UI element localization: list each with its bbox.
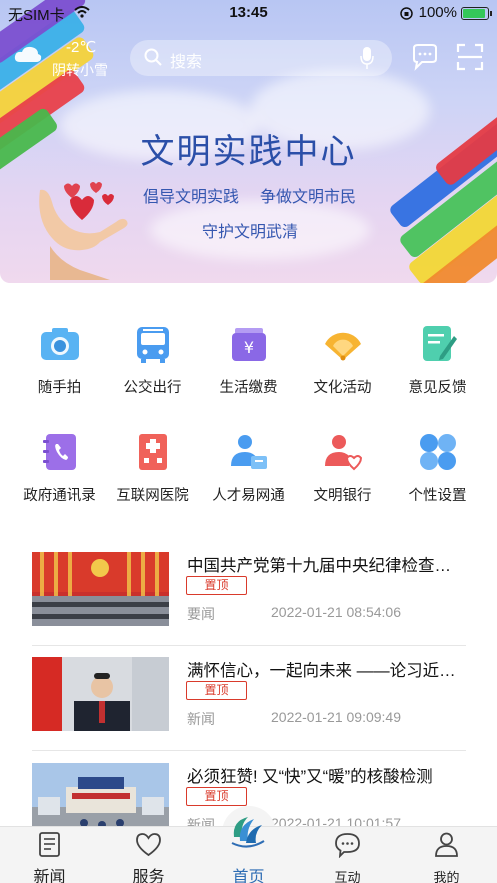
tab-mine[interactable]: 我的 <box>397 827 496 883</box>
search-placeholder: 搜索 <box>170 54 203 71</box>
news-category: 要闻 <box>187 606 215 622</box>
tab-interact[interactable]: 互动 <box>298 827 397 883</box>
service-item-snapshot[interactable]: 随手拍 <box>10 318 109 408</box>
search-icon <box>144 48 162 66</box>
news-title: 必须狂赞! 又“快”又“暖”的核酸检测 <box>187 768 433 786</box>
news-thumbnail <box>32 552 169 626</box>
service-item-feedback[interactable]: 意见反馈 <box>388 318 487 408</box>
tab-label: 互动 <box>334 870 361 883</box>
list-item[interactable]: 满怀信心，一起向未来 ——论习近平主席 置顶 新闻 2022-01-21 09:… <box>32 645 467 751</box>
weather-widget[interactable]: -2℃ 阴转小雪 <box>14 38 114 82</box>
heart-icon <box>136 833 161 857</box>
battery-percent: 100% <box>418 4 457 21</box>
service-item-payment[interactable]: ¥ 生活缴费 <box>199 318 298 408</box>
feedback-icon <box>423 326 457 361</box>
service-item-civility-bank[interactable]: 文明银行 <box>293 426 392 516</box>
microphone-icon[interactable] <box>360 46 374 70</box>
status-bar: 无SIM卡 13:45 100% <box>0 0 497 26</box>
user-profile-icon <box>435 832 458 857</box>
news-timestamp: 2022-01-21 08:54:06 <box>271 604 401 620</box>
banner-slogan: 守护文明武清 <box>202 224 299 241</box>
news-category: 新闻 <box>187 711 215 727</box>
service-label: 人才易网通 <box>212 488 285 504</box>
svg-text:¥: ¥ <box>244 338 254 357</box>
tab-label: 首页 <box>232 869 265 883</box>
pinned-badge: 置顶 <box>186 681 247 700</box>
service-item-culture[interactable]: 文化活动 <box>293 318 392 408</box>
list-item[interactable]: 中国共产党第十九届中央纪律检查委员会第六次全体会议 置顶 要闻 2022-01-… <box>32 540 467 646</box>
rotation-lock-icon <box>400 7 413 20</box>
news-thumbnail <box>32 657 169 731</box>
news-timestamp: 2022-01-21 09:09:49 <box>271 709 401 725</box>
tab-label: 我的 <box>433 870 460 883</box>
service-item-personalize[interactable]: 个性设置 <box>388 426 487 516</box>
bank-heart-icon <box>325 435 363 471</box>
fan-icon <box>325 332 361 361</box>
chat-bubble-icon <box>335 833 360 858</box>
wallet-icon: ¥ <box>232 328 266 361</box>
news-title: 满怀信心，一起向未来 ——论习近平主席 <box>187 662 467 680</box>
home-logo-icon <box>231 817 265 848</box>
hospital-icon <box>139 434 167 470</box>
search-input[interactable]: 搜索 <box>130 40 392 76</box>
service-label: 个性设置 <box>408 488 467 504</box>
settings-grid-icon <box>420 434 456 470</box>
tab-service[interactable]: 服务 <box>99 827 198 883</box>
hands-hearts-illustration <box>39 182 128 280</box>
service-item-directory[interactable]: 政府通讯录 <box>10 426 109 516</box>
camera-icon <box>41 328 79 360</box>
service-label: 公交出行 <box>123 380 182 396</box>
banner-slogan: 争做文明市民 <box>260 189 357 206</box>
bottom-tab-bar: 新闻 服务 首页 互动 我的 <box>0 817 497 883</box>
banner-slogan: 倡导文明实践 <box>143 189 240 206</box>
bus-icon <box>137 327 169 363</box>
service-label: 文化活动 <box>313 380 372 396</box>
weather-temperature: -2℃ <box>66 39 97 56</box>
weather-description: 阴转小雪 <box>52 62 108 78</box>
weather-cloud-icon <box>14 46 42 62</box>
service-item-hospital[interactable]: 互联网医院 <box>103 426 202 516</box>
talent-icon <box>231 435 267 469</box>
banner-title: 文明实践中心 <box>140 132 357 172</box>
service-item-bus[interactable]: 公交出行 <box>103 318 202 408</box>
phonebook-icon <box>43 434 76 470</box>
tab-home[interactable]: 首页 <box>199 817 298 883</box>
service-label: 随手拍 <box>37 380 82 396</box>
pinned-badge: 置顶 <box>186 787 247 806</box>
service-label: 意见反馈 <box>408 380 467 396</box>
pinned-badge: 置顶 <box>186 576 247 595</box>
tab-label: 新闻 <box>33 869 66 883</box>
service-label: 政府通讯录 <box>23 488 96 504</box>
news-title: 中国共产党第十九届中央纪律检查委员会第六次全体会议 <box>187 557 467 575</box>
tab-label: 服务 <box>132 869 165 883</box>
tab-news[interactable]: 新闻 <box>0 827 99 883</box>
service-label: 文明银行 <box>313 488 372 504</box>
battery-icon <box>461 7 492 20</box>
hero-banner[interactable]: 无SIM卡 13:45 100% -2℃ 阴转小雪 搜索 文明实践中心 倡导文明… <box>0 0 497 283</box>
news-document-icon <box>39 832 60 857</box>
message-icon[interactable] <box>410 42 440 72</box>
service-item-talent[interactable]: 人才易网通 <box>199 426 298 516</box>
scan-icon[interactable] <box>455 42 485 72</box>
service-label: 生活缴费 <box>219 380 278 396</box>
service-label: 互联网医院 <box>116 488 189 504</box>
